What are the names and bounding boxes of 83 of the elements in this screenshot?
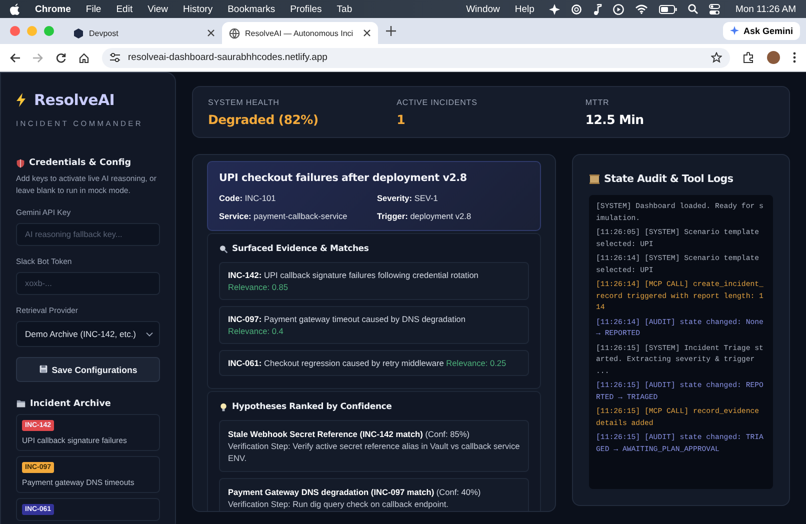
globe-icon [229, 28, 240, 38]
menu-item[interactable]: Edit [116, 4, 133, 14]
metric-label: SYSTEM HEALTH [208, 98, 280, 107]
tab-title: Devpost [89, 28, 120, 38]
menu-item[interactable]: Help [514, 4, 534, 14]
verification-step: Verification Step: Run dig query check on callback endpoint. [228, 498, 520, 510]
incident-title: UPI checkout failures after deployment v2.8 [219, 172, 468, 184]
menu-item[interactable]: Bookmarks [228, 4, 276, 14]
wifi-icon[interactable] [635, 4, 648, 14]
section-title: Surfaced Evidence & Matches [232, 244, 369, 254]
metric-value: 12.5 Min [585, 112, 645, 127]
more-menu-icon[interactable] [793, 52, 796, 63]
folder-icon [16, 399, 26, 409]
app-logo-text: ResolveAI [34, 91, 115, 109]
plus-icon[interactable] [386, 26, 396, 36]
metric-label: MTTR [585, 98, 610, 107]
save-button[interactable]: Save Configurations [16, 357, 160, 382]
chevron-icon [146, 332, 153, 336]
minimize-window-dot[interactable] [27, 26, 37, 36]
floppy-icon [38, 365, 48, 374]
relevance-score: Relevance: 0.85 [228, 282, 288, 292]
browser-tab[interactable]: Devpost [66, 22, 222, 44]
section-title: Credentials & Config [29, 158, 132, 168]
section-title: Incident Archive [30, 399, 111, 409]
verification-step: Verification Step: Verify active secret reference alias in Vault vs callback service ENV. [228, 440, 520, 464]
menu-item[interactable]: History [183, 4, 213, 14]
lightning-icon [16, 93, 26, 107]
profile-avatar[interactable] [767, 51, 780, 64]
scroll-icon [589, 174, 600, 184]
provider-dropdown[interactable]: Demo Archive (INC-142, etc.) [16, 321, 160, 347]
menu-item[interactable]: Tab [336, 4, 352, 14]
panel-title: State Audit & Tool Logs [604, 173, 734, 185]
evidence-text: INC-142: UPI callback signature failures following credential rotation [228, 270, 478, 280]
sparkle-icon [730, 26, 740, 35]
menu-item[interactable]: Profiles [290, 4, 322, 14]
menu-item[interactable]: File [86, 4, 102, 14]
search-icon [219, 244, 228, 254]
hypothesis-title: Payment Gateway DNS degradation (INC-097 match) (Conf: 40%) [228, 486, 482, 498]
reload-icon[interactable] [56, 52, 66, 62]
menu-item[interactable]: View [148, 4, 168, 14]
shield-icon [16, 158, 25, 168]
hypothesis-title: Stale Webhook Secret Reference (INC-142 match) (Conf: 85%) [228, 428, 470, 440]
play-icon[interactable] [613, 4, 624, 14]
browser-tab[interactable]: ResolveAI — Autonomous Inci [222, 22, 378, 44]
close-icon[interactable] [207, 29, 215, 37]
app-menu[interactable]: Chrome [35, 4, 71, 14]
incident-field: Severity: SEV-1 [377, 193, 529, 203]
puzzle-icon[interactable] [743, 52, 754, 63]
star-icon[interactable] [711, 52, 722, 63]
back-arrow-icon[interactable] [10, 52, 20, 62]
incident-field: Service: payment-callback-service [219, 211, 377, 221]
metric-label: ACTIVE INCIDENTS [396, 98, 478, 107]
lightbulb-icon [219, 402, 228, 412]
swirl-icon[interactable] [571, 4, 582, 14]
menu-item[interactable]: Window [466, 4, 500, 14]
incident-field: Trigger: deployment v2.8 [377, 211, 529, 221]
address-bar[interactable]: resolveai-dashboard-saurabhhcodes.netlify.app [102, 48, 730, 68]
sparkle-icon[interactable] [549, 4, 560, 14]
clock: Mon 11:26 AM [735, 4, 796, 14]
url-text: resolveai-dashboard-saurabhhcodes.netlify.app [128, 52, 328, 63]
input-field[interactable]: AI reasoning fallback key... [16, 223, 160, 246]
evidence-text: INC-097: Payment gateway timeout caused by DNS degradation [228, 314, 466, 324]
metric-value: 1 [396, 112, 406, 127]
ask-gemini-button[interactable]: Ask Gemini [723, 22, 800, 40]
home-icon[interactable] [79, 52, 89, 62]
metric-value: Degraded (82%) [208, 112, 320, 127]
relevance-score: Relevance: 0.4 [228, 326, 284, 336]
close-icon[interactable] [363, 29, 371, 37]
toggles-icon[interactable] [709, 4, 720, 14]
hexagon-icon [73, 28, 84, 38]
relevance-score: Relevance: 0.25 [446, 358, 506, 368]
search-icon[interactable] [688, 4, 698, 14]
sliders-icon [110, 53, 120, 62]
incident-field: Code: INC-101 [219, 193, 377, 203]
input-field[interactable]: xoxb-... [16, 272, 160, 295]
tab-title: ResolveAI — Autonomous Inci [245, 28, 354, 38]
close-window-dot[interactable] [10, 26, 20, 36]
section-title: Hypotheses Ranked by Confidence [232, 402, 392, 412]
battery-icon[interactable] [659, 4, 678, 14]
evidence-text: INC-061: Checkout regression caused by retry middleware [228, 358, 444, 368]
zoom-window-dot[interactable] [44, 26, 54, 36]
music-note-icon[interactable] [593, 4, 602, 14]
apple-icon [10, 3, 20, 15]
